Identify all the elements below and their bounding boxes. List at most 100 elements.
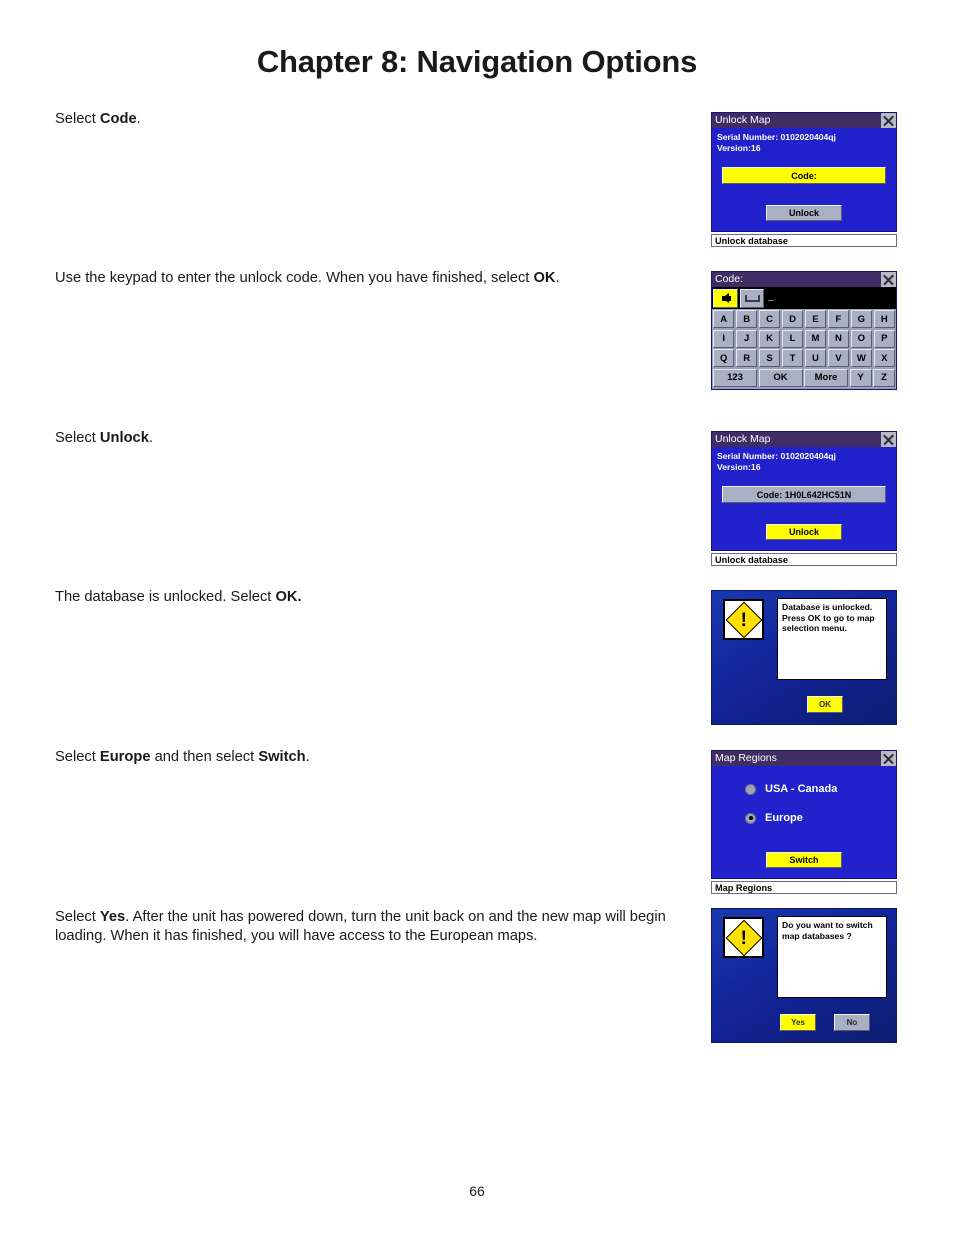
key-ok[interactable]: OK bbox=[758, 368, 803, 387]
unlock-button[interactable]: Unlock bbox=[766, 205, 842, 221]
close-icon[interactable] bbox=[881, 751, 896, 766]
window-titlebar: Unlock Map bbox=[712, 432, 896, 447]
key-x[interactable]: X bbox=[873, 349, 895, 367]
step-3-prefix: Select bbox=[55, 430, 100, 446]
key-q[interactable]: Q bbox=[713, 349, 735, 367]
key-numeric-mode[interactable]: 123 bbox=[713, 368, 757, 387]
key-u[interactable]: U bbox=[804, 349, 827, 367]
keypad-titlebar: Code: bbox=[712, 272, 896, 287]
window-title: Unlock Map bbox=[715, 114, 771, 126]
step-text-6: Select Yes. After the unit has powered d… bbox=[55, 908, 695, 946]
key-t[interactable]: T bbox=[781, 349, 804, 367]
key-l[interactable]: L bbox=[781, 329, 804, 348]
radio-label-europe: Europe bbox=[765, 812, 803, 824]
key-m[interactable]: M bbox=[804, 329, 827, 348]
screenshot-unlocked-alert: ! Database is unlocked. Press OK to go t… bbox=[711, 590, 897, 725]
radio-option-europe[interactable]: Europe bbox=[745, 812, 891, 824]
window-body: Serial Number: 0102020404qj Version:16 C… bbox=[712, 128, 896, 231]
status-bar: Map Regions bbox=[711, 881, 897, 894]
key-s[interactable]: S bbox=[758, 349, 781, 367]
step-1-suffix: . bbox=[136, 111, 141, 127]
step-1-prefix: Select bbox=[55, 111, 100, 127]
code-field-button[interactable]: Code: 1H0L642HC51N bbox=[722, 486, 886, 503]
step-2-bold: OK bbox=[533, 270, 556, 286]
key-c[interactable]: C bbox=[758, 310, 781, 328]
step-5-bold-2: Switch bbox=[258, 749, 306, 765]
keypad-window: Code: _ A B C D E F G H I J K L M N O P … bbox=[711, 271, 897, 390]
version-label: Version:16 bbox=[717, 142, 761, 153]
key-b[interactable]: B bbox=[735, 310, 758, 328]
step-text-4: The database is unlocked. Select OK. bbox=[55, 588, 695, 607]
radio-option-usa-canada[interactable]: USA - Canada bbox=[745, 783, 891, 795]
keypad-row-1: A B C D E F G H bbox=[713, 310, 895, 328]
backspace-arrow-icon[interactable] bbox=[713, 288, 738, 308]
key-o[interactable]: O bbox=[850, 329, 873, 348]
version-label: Version:16 bbox=[717, 461, 761, 472]
page-number: 66 bbox=[469, 1183, 485, 1199]
key-f[interactable]: F bbox=[827, 310, 850, 328]
alert-window: ! Do you want to switch map databases ? … bbox=[711, 908, 897, 1043]
window-titlebar: Map Regions bbox=[712, 751, 896, 766]
step-text-5: Select Europe and then select Switch. bbox=[55, 748, 695, 767]
keypad-keys: A B C D E F G H I J K L M N O P Q R S T … bbox=[712, 309, 896, 389]
alert-message: Do you want to switch map databases ? bbox=[777, 916, 887, 998]
step-2-prefix: Use the keypad to enter the unlock code.… bbox=[55, 270, 534, 286]
alert-message: Database is unlocked. Press OK to go to … bbox=[777, 598, 887, 680]
key-k[interactable]: K bbox=[758, 329, 781, 348]
close-icon[interactable] bbox=[881, 272, 896, 287]
close-icon[interactable] bbox=[881, 432, 896, 447]
step-5-bold: Europe bbox=[99, 749, 151, 765]
keypad-cursor: _ bbox=[768, 292, 775, 304]
key-more[interactable]: More bbox=[804, 368, 848, 387]
close-icon[interactable] bbox=[881, 113, 896, 128]
key-v[interactable]: V bbox=[827, 349, 850, 367]
no-button[interactable]: No bbox=[834, 1014, 870, 1031]
yes-button[interactable]: Yes bbox=[780, 1014, 816, 1031]
key-p[interactable]: P bbox=[873, 329, 895, 348]
key-w[interactable]: W bbox=[850, 349, 873, 367]
screenshot-keypad: Code: _ A B C D E F G H I J K L M N O P … bbox=[711, 271, 897, 390]
key-z[interactable]: Z bbox=[873, 368, 895, 387]
key-j[interactable]: J bbox=[735, 329, 758, 348]
map-regions-window: Map Regions USA - Canada Europe Switch bbox=[711, 750, 897, 879]
window-title: Unlock Map bbox=[715, 433, 771, 445]
step-1-bold: Code bbox=[99, 111, 137, 127]
window-titlebar: Unlock Map bbox=[712, 113, 896, 128]
step-3-bold: Unlock bbox=[99, 430, 149, 446]
key-n[interactable]: N bbox=[827, 329, 850, 348]
warning-exclamation-icon: ! bbox=[723, 917, 764, 958]
unlock-map-window: Unlock Map Serial Number: 0102020404qj V… bbox=[711, 112, 897, 232]
code-field-button[interactable]: Code: bbox=[722, 167, 886, 184]
screenshot-unlock-map-empty: Unlock Map Serial Number: 0102020404qj V… bbox=[711, 112, 897, 247]
radio-icon-usa-canada[interactable] bbox=[745, 783, 756, 795]
radio-icon-europe[interactable] bbox=[745, 812, 756, 824]
key-h[interactable]: H bbox=[873, 310, 895, 328]
spacebar-icon[interactable] bbox=[740, 288, 764, 308]
step-6-suffix: . After the unit has powered down, turn … bbox=[55, 909, 666, 944]
step-text-3: Select Unlock. bbox=[55, 429, 695, 448]
switch-button[interactable]: Switch bbox=[766, 852, 842, 868]
step-5-middle: and then select bbox=[150, 749, 259, 765]
serial-number-label: Serial Number: 0102020404qj bbox=[717, 132, 836, 142]
step-5-suffix: . bbox=[305, 749, 310, 765]
status-bar: Unlock database bbox=[711, 234, 897, 247]
key-r[interactable]: R bbox=[735, 349, 758, 367]
window-body: Serial Number: 0102020404qj Version:16 C… bbox=[712, 447, 896, 550]
step-4-bold: OK. bbox=[275, 589, 302, 605]
keypad-title: Code: bbox=[715, 273, 744, 285]
key-y[interactable]: Y bbox=[849, 368, 872, 387]
page-title: Chapter 8: Navigation Options bbox=[256, 44, 698, 79]
key-g[interactable]: G bbox=[850, 310, 873, 328]
ok-button[interactable]: OK bbox=[807, 696, 843, 713]
step-4-prefix: The database is unlocked. Select bbox=[55, 589, 276, 605]
key-e[interactable]: E bbox=[804, 310, 827, 328]
screenshot-map-regions: Map Regions USA - Canada Europe Switch M… bbox=[711, 750, 897, 894]
unlock-button[interactable]: Unlock bbox=[766, 524, 842, 540]
step-6-prefix: Select bbox=[55, 909, 100, 925]
window-body: USA - Canada Europe Switch bbox=[712, 766, 896, 878]
window-title: Map Regions bbox=[715, 752, 777, 764]
serial-number-label: Serial Number: 0102020404qj bbox=[717, 451, 836, 461]
key-a[interactable]: A bbox=[713, 310, 735, 328]
key-d[interactable]: D bbox=[781, 310, 804, 328]
key-i[interactable]: I bbox=[713, 329, 735, 348]
